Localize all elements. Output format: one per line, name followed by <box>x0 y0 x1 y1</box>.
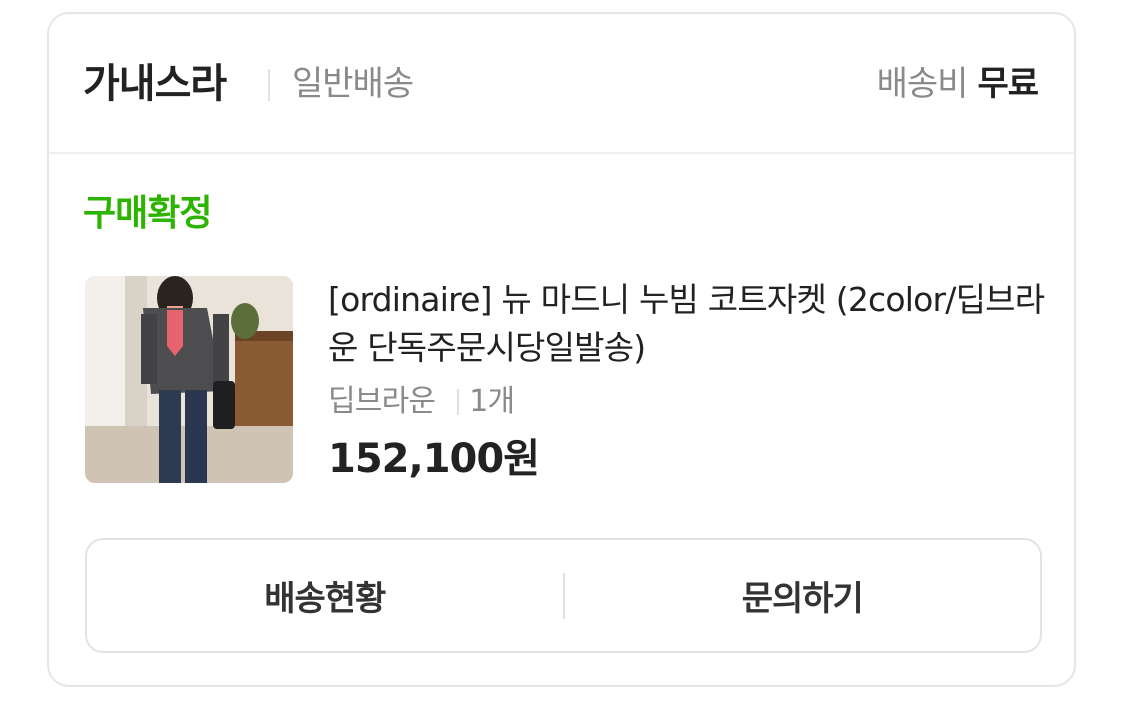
shipping-fee: 배송비 무료 <box>876 62 1039 106</box>
order-status: 구매확정 <box>83 193 212 234</box>
product-option: 딥브라운 <box>328 384 436 419</box>
header-divider <box>268 69 270 101</box>
product-price: 152,100원 <box>328 436 540 482</box>
product-name[interactable]: [ordinaire] 뉴 마드니 누빔 코트자켓 (2color/딥브라운 단… <box>328 276 1048 372</box>
order-card-header: 가내스라 일반배송 배송비 무료 <box>49 14 1074 154</box>
product-thumbnail[interactable] <box>85 276 293 483</box>
shipping-type: 일반배송 <box>292 64 414 104</box>
order-actions: 배송현황 문의하기 <box>85 538 1042 653</box>
shipping-fee-value: 무료 <box>977 64 1039 104</box>
product-option-row: 딥브라운 1개 <box>328 382 1048 422</box>
seller-name[interactable]: 가내스라 <box>83 60 227 108</box>
order-card: 가내스라 일반배송 배송비 무료 구매확정 [ordinaire] 뉴 마드니 … <box>47 12 1076 687</box>
option-divider <box>457 389 460 415</box>
product-info: [ordinaire] 뉴 마드니 누빔 코트자켓 (2color/딥브라운 단… <box>328 276 1048 484</box>
shipping-fee-label: 배송비 <box>876 64 969 104</box>
product-quantity: 1개 <box>469 384 515 419</box>
shipping-status-button[interactable]: 배송현황 <box>87 540 563 651</box>
inquiry-button[interactable]: 문의하기 <box>565 540 1041 651</box>
